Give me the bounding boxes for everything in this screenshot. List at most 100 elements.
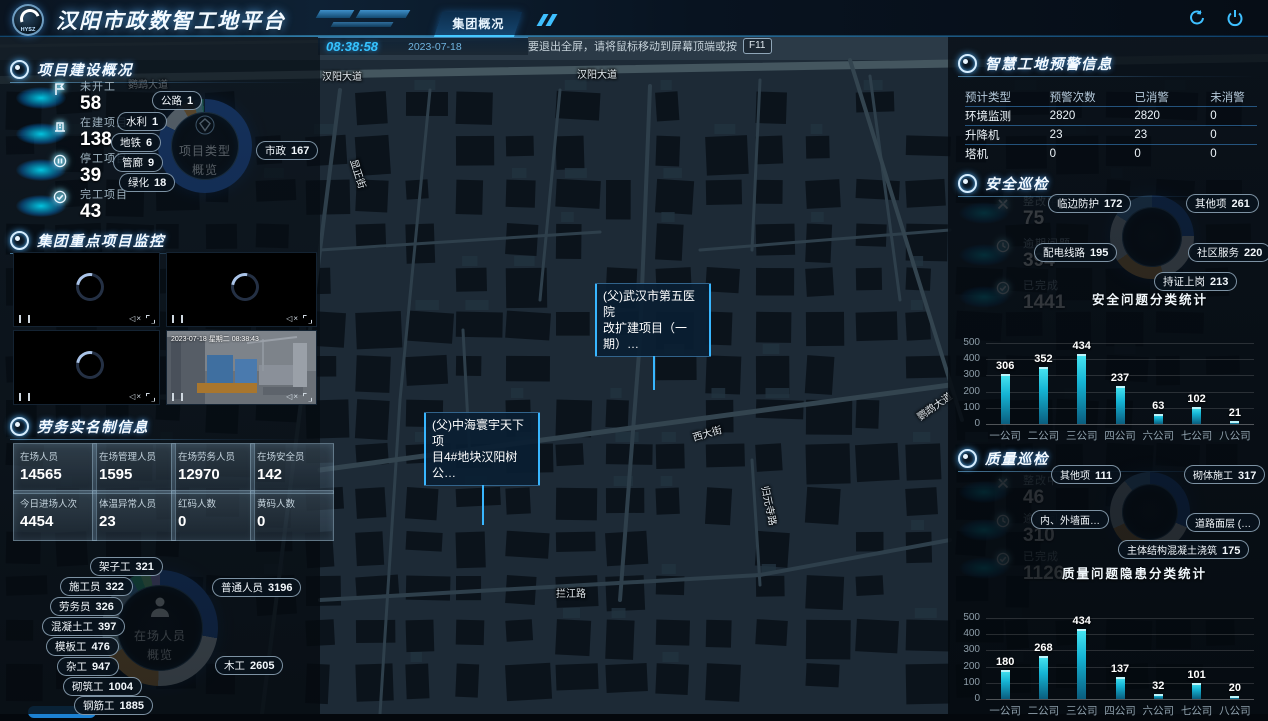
power-icon[interactable] bbox=[1226, 9, 1244, 27]
bar-八公司 bbox=[1230, 421, 1239, 424]
card-value: 14565 bbox=[20, 466, 90, 483]
bar-六公司 bbox=[1154, 414, 1163, 424]
video-controls: ◁× bbox=[167, 389, 316, 404]
card-label: 体温异常人员 bbox=[99, 496, 169, 510]
pill-value: 172 bbox=[1104, 198, 1122, 210]
x-tick-label: 一公司 bbox=[989, 703, 1021, 718]
bar-二公司 bbox=[1039, 656, 1048, 699]
stat-glow-icon bbox=[12, 187, 70, 221]
x-tick-label: 七公司 bbox=[1181, 703, 1213, 718]
tab-group-overview[interactable]: 集团概况 bbox=[434, 12, 522, 37]
fullscreen-icon[interactable] bbox=[303, 315, 311, 323]
undo-icon[interactable] bbox=[1188, 9, 1206, 27]
card-value: 4454 bbox=[20, 513, 90, 530]
mute-icon[interactable]: ◁× bbox=[286, 392, 299, 401]
gridline bbox=[986, 359, 1254, 360]
pill-value: 326 bbox=[96, 601, 114, 613]
table-cell: 0 bbox=[1050, 148, 1135, 160]
video-timestamp-overlay: 2023-07-18 星期二 08:38:43 bbox=[171, 334, 259, 344]
pill-value: 476 bbox=[92, 641, 110, 653]
video-player-2[interactable]: ◁× bbox=[166, 252, 317, 327]
stat-value: 58 bbox=[80, 94, 116, 114]
video-controls: ◁× bbox=[14, 311, 159, 326]
labor-card: 体温异常人员23 bbox=[92, 490, 176, 541]
table-header-cell: 已消警 bbox=[1134, 89, 1210, 105]
pill-value: 3196 bbox=[268, 582, 292, 594]
road-name-label: 汉阳大道 bbox=[322, 68, 362, 83]
pill-value: 167 bbox=[291, 145, 309, 157]
warning-table: 预计类型预警次数已消警未消警环境监测282028200升降机23230塔机000 bbox=[965, 88, 1257, 163]
y-tick-label: 400 bbox=[950, 628, 980, 639]
section-video-monitor: 集团重点项目监控 bbox=[10, 229, 310, 251]
fullscreen-tip: 要退出全屏，请将鼠标移动到屏幕顶端或按 F11 bbox=[528, 38, 772, 54]
stat-glow-icon bbox=[12, 115, 70, 149]
pill-value: 220 bbox=[1244, 247, 1262, 259]
donut-label-pill: 木工2605 bbox=[215, 656, 283, 675]
table-cell: 环境监测 bbox=[965, 108, 1050, 124]
video-controls: ◁× bbox=[14, 389, 159, 404]
table-cell: 升降机 bbox=[965, 127, 1050, 143]
platform-logo: HYSZ bbox=[12, 4, 44, 36]
donut-label-pill: 配电线路195 bbox=[1034, 243, 1117, 262]
mute-icon[interactable]: ◁× bbox=[286, 314, 299, 323]
popup-text-line: 目4#地块汉阳树公… bbox=[432, 449, 532, 481]
header-decoration bbox=[356, 10, 411, 18]
bar-二公司 bbox=[1039, 367, 1048, 424]
bar-七公司 bbox=[1192, 683, 1201, 699]
popup-pointer-line bbox=[482, 485, 484, 525]
gridline bbox=[986, 634, 1254, 635]
pause-icon[interactable] bbox=[19, 315, 30, 323]
donut-label-pill: 道路面层 (… bbox=[1186, 513, 1260, 532]
fullscreen-icon[interactable] bbox=[146, 315, 154, 323]
fullscreen-icon[interactable] bbox=[303, 393, 311, 401]
table-row: 环境监测282028200 bbox=[965, 106, 1257, 125]
donut-label-pill: 劳务员326 bbox=[50, 597, 123, 616]
pause-icon[interactable] bbox=[172, 315, 183, 323]
video-player-4[interactable]: 2023-07-18 星期二 08:38:43 ◁× bbox=[166, 330, 317, 405]
table-cell: 23 bbox=[1134, 129, 1210, 141]
y-tick-label: 200 bbox=[950, 386, 980, 397]
map-project-popup[interactable]: (父)武汉市第五医院改扩建项目（一期）… bbox=[595, 283, 711, 357]
x-tick-label: 一公司 bbox=[989, 428, 1021, 443]
video-player-1[interactable]: ◁× bbox=[13, 252, 160, 327]
popup-text-line: (父)中海寰宇天下项 bbox=[432, 417, 532, 449]
bar-value-label: 237 bbox=[1111, 372, 1129, 384]
card-value: 1595 bbox=[99, 466, 169, 483]
mute-icon[interactable]: ◁× bbox=[129, 392, 142, 401]
section-dot-icon bbox=[958, 54, 977, 73]
table-header-cell: 未消警 bbox=[1210, 89, 1257, 105]
donut-label-pill: 主体结构混凝土浇筑175 bbox=[1118, 540, 1249, 559]
pause-icon[interactable] bbox=[19, 393, 30, 401]
gridline bbox=[986, 343, 1254, 344]
fullscreen-icon[interactable] bbox=[146, 393, 154, 401]
table-header-cell: 预警次数 bbox=[1050, 89, 1135, 105]
card-label: 红码人数 bbox=[178, 496, 248, 510]
section-warning-info: 智慧工地预警信息 bbox=[958, 52, 1258, 74]
labor-card: 在场人员14565 bbox=[13, 443, 97, 494]
stat-glow-icon bbox=[12, 79, 70, 113]
map-project-popup[interactable]: (父)中海寰宇天下项目4#地块汉阳树公… bbox=[424, 412, 540, 486]
donut-label-pill: 钢筋工1885 bbox=[74, 696, 153, 715]
donut-label-pill: 持证上岗213 bbox=[1154, 272, 1237, 291]
popup-pointer-line bbox=[653, 356, 655, 390]
y-tick-label: 100 bbox=[950, 677, 980, 688]
labor-card: 在场管理人员1595 bbox=[92, 443, 176, 494]
pause-icon[interactable] bbox=[172, 393, 183, 401]
table-cell: 2820 bbox=[1134, 110, 1210, 122]
section-dot-icon bbox=[10, 417, 29, 436]
x-tick-label: 六公司 bbox=[1143, 428, 1175, 443]
x-tick-label: 四公司 bbox=[1104, 428, 1136, 443]
mute-icon[interactable]: ◁× bbox=[129, 314, 142, 323]
road-name-label: 汉阳大道 bbox=[577, 66, 617, 81]
pill-value: 213 bbox=[1210, 276, 1228, 288]
x-tick-label: 二公司 bbox=[1028, 703, 1060, 718]
section-safety-inspection: 安全巡检 bbox=[958, 172, 1258, 194]
donut-label-pill: 社区服务220 bbox=[1188, 243, 1268, 262]
bar-value-label: 268 bbox=[1034, 642, 1052, 654]
card-label: 今日进场人次 bbox=[20, 496, 90, 510]
table-cell: 2820 bbox=[1050, 110, 1135, 122]
y-tick-label: 500 bbox=[950, 612, 980, 623]
section-title: 质量巡检 bbox=[985, 448, 1049, 469]
video-player-3[interactable]: ◁× bbox=[13, 330, 160, 405]
pill-value: 947 bbox=[92, 661, 110, 673]
